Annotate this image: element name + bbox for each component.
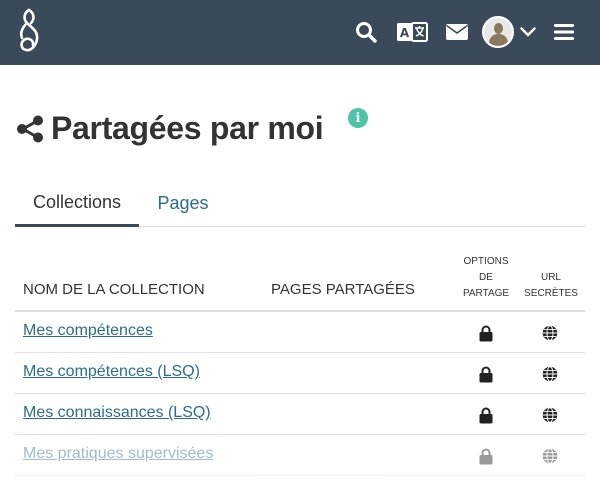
page-title: Partagées par moi [51,110,324,146]
column-header-url: URL SECRÈTES [524,272,578,299]
column-header-pages: PAGES PARTAGÉES [271,281,415,298]
lock-icon[interactable] [478,365,494,383]
tab-pages[interactable]: Pages [149,180,217,227]
lock-icon[interactable] [478,447,494,465]
globe-icon[interactable] [542,447,558,465]
top-navigation-bar: A [0,0,600,65]
shared-collections-table: NOM DE LA COLLECTION PAGES PARTAGÉES OPT… [15,250,585,476]
column-header-name: NOM DE LA COLLECTION [23,281,205,298]
page-heading: Partagées par moi [15,106,324,151]
column-header-options: OPTIONS DE PARTAGE [462,256,510,299]
table-row: Mes compétences (LSQ) [15,353,585,394]
tab-collections[interactable]: Collections [15,180,139,227]
collection-link[interactable]: Mes compétences (LSQ) [23,363,200,381]
info-icon[interactable]: i [348,108,368,128]
table-row: Mes pratiques supervisées [15,435,585,476]
collection-link[interactable]: Mes compétences [23,322,153,340]
globe-icon[interactable] [542,406,558,424]
language-button[interactable]: A [396,17,428,47]
lock-icon[interactable] [478,324,494,342]
main-menu-button[interactable] [552,17,576,47]
lock-icon[interactable] [478,406,494,424]
svg-text:A: A [400,26,410,40]
table-header: NOM DE LA COLLECTION PAGES PARTAGÉES OPT… [15,250,585,312]
table-row: Mes connaissances (LSQ) [15,394,585,435]
share-icon [17,115,43,142]
mail-icon [446,24,468,40]
collection-link[interactable]: Mes pratiques supervisées [23,445,213,463]
inbox-button[interactable] [444,17,470,47]
chevron-down-icon [520,27,536,37]
user-menu-button[interactable] [481,16,537,48]
globe-icon[interactable] [542,324,558,342]
hamburger-menu-icon [554,24,574,40]
collection-link[interactable]: Mes connaissances (LSQ) [23,404,211,422]
search-button[interactable] [353,17,379,47]
mahara-logo-icon[interactable] [14,7,44,55]
table-row: Mes compétences [15,312,585,353]
search-icon [356,22,377,43]
tab-bar: Collections Pages [15,180,585,227]
avatar [482,16,514,48]
language-icon: A [397,22,428,42]
globe-icon[interactable] [542,365,558,383]
